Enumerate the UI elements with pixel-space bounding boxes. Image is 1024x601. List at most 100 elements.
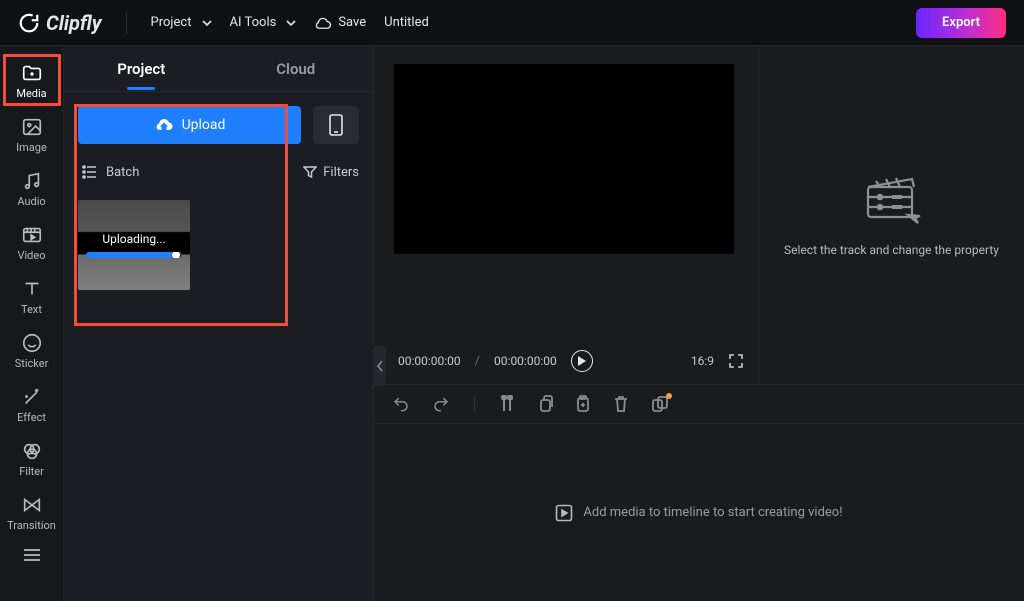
- phone-upload-button[interactable]: [313, 106, 359, 144]
- cloud-icon: [314, 14, 332, 32]
- rail-item-transition[interactable]: Transition: [3, 486, 61, 538]
- undo-icon: [392, 395, 410, 413]
- paste-button[interactable]: [575, 395, 591, 413]
- rail-label: Text: [21, 304, 42, 315]
- menu-icon: [22, 548, 42, 562]
- undo-button[interactable]: [392, 395, 410, 413]
- copy-icon: [537, 395, 553, 413]
- upload-progress-fill: [86, 252, 172, 258]
- fullscreen-button[interactable]: [728, 353, 744, 369]
- sidebar-rail: Media Image Audio Video Text Sticker Eff…: [0, 46, 64, 601]
- play-icon: [577, 356, 586, 366]
- wand-icon: [21, 386, 43, 408]
- upload-progress: [86, 252, 182, 258]
- preview-canvas[interactable]: [394, 64, 734, 254]
- rail-label: Transition: [7, 520, 56, 531]
- rail-item-media[interactable]: Media: [3, 54, 61, 106]
- rail-label: Image: [16, 142, 47, 153]
- panel-collapse-handle[interactable]: [374, 346, 386, 386]
- upload-button[interactable]: Upload: [78, 106, 301, 144]
- aitools-menu-label: AI Tools: [230, 15, 277, 30]
- rail-item-filter[interactable]: Filter: [3, 432, 61, 484]
- play-box-icon: [555, 504, 573, 522]
- tab-cloud-label: Cloud: [276, 60, 315, 78]
- rail-item-effect[interactable]: Effect: [3, 378, 61, 430]
- notification-dot-icon: [666, 393, 672, 399]
- export-label: Export: [942, 15, 980, 30]
- rail-item-more[interactable]: [3, 540, 61, 570]
- project-title[interactable]: Untitled: [384, 15, 429, 30]
- chevron-down-icon: [286, 18, 296, 28]
- topbar: Clipfly Project AI Tools Save Untitled E…: [0, 0, 1024, 46]
- rail-item-audio[interactable]: Audio: [3, 162, 61, 214]
- app-name: Clipfly: [46, 11, 102, 35]
- play-button[interactable]: [571, 350, 593, 372]
- app-logo[interactable]: Clipfly: [18, 11, 102, 35]
- divider: [126, 12, 127, 34]
- aitools-menu[interactable]: AI Tools: [230, 15, 297, 30]
- rail-label: Video: [18, 250, 46, 261]
- rail-item-text[interactable]: Text: [3, 270, 61, 322]
- rail-label: Audio: [17, 196, 45, 207]
- paste-icon: [575, 395, 591, 413]
- trash-icon: [613, 395, 629, 413]
- filter-icon: [303, 165, 317, 179]
- timeline[interactable]: Add media to timeline to start creating …: [374, 424, 1024, 601]
- chevron-left-icon: [376, 360, 384, 372]
- current-time: 00:00:00:00: [398, 354, 461, 368]
- transport-bar: 00:00:00:00 / 00:00:00:00 16:9: [394, 344, 748, 384]
- timeline-placeholder: Add media to timeline to start creating …: [583, 505, 842, 520]
- filter-circles-icon: [21, 440, 43, 462]
- music-icon: [21, 170, 43, 192]
- time-separator: /: [475, 354, 480, 369]
- tab-project-label: Project: [117, 60, 165, 78]
- text-icon: [21, 278, 43, 300]
- split-icon: [499, 395, 515, 413]
- transition-icon: [21, 494, 43, 516]
- sticker-icon: [21, 332, 43, 354]
- logo-icon: [18, 12, 40, 34]
- rail-label: Media: [16, 88, 46, 99]
- clapperboard-icon: [862, 173, 922, 225]
- properties-placeholder: Select the track and change the property: [784, 243, 999, 257]
- tab-project[interactable]: Project: [64, 60, 219, 78]
- project-menu[interactable]: Project: [151, 15, 212, 30]
- rail-item-image[interactable]: Image: [3, 108, 61, 160]
- rail-label: Filter: [19, 466, 44, 477]
- rail-item-sticker[interactable]: Sticker: [3, 324, 61, 376]
- divider: [474, 395, 475, 413]
- filters-label: Filters: [323, 165, 359, 180]
- copy-button[interactable]: [537, 395, 553, 413]
- rail-label: Effect: [17, 412, 46, 423]
- batch-label: Batch: [106, 165, 139, 180]
- upload-progress-knob: [172, 252, 180, 258]
- properties-panel: Select the track and change the property: [758, 46, 1024, 384]
- rail-item-video[interactable]: Video: [3, 216, 61, 268]
- aspect-ratio[interactable]: 16:9: [691, 354, 714, 368]
- preview-column: 00:00:00:00 / 00:00:00:00 16:9: [374, 46, 758, 384]
- project-menu-label: Project: [151, 15, 192, 30]
- filters-button[interactable]: Filters: [303, 165, 359, 180]
- upload-label: Upload: [182, 117, 226, 133]
- list-icon: [82, 164, 98, 180]
- tab-cloud[interactable]: Cloud: [219, 60, 374, 78]
- save-label: Save: [338, 15, 366, 30]
- redo-icon: [432, 395, 450, 413]
- folder-plus-icon: [21, 62, 43, 84]
- duplicate-button[interactable]: [651, 395, 669, 413]
- split-button[interactable]: [499, 395, 515, 413]
- batch-button[interactable]: Batch: [78, 156, 291, 188]
- delete-button[interactable]: [613, 395, 629, 413]
- export-button[interactable]: Export: [916, 8, 1006, 38]
- timeline-toolbar: [374, 384, 1024, 424]
- media-thumbnail-uploading[interactable]: Uploading...: [78, 200, 190, 290]
- image-icon: [21, 116, 43, 138]
- main-area: 00:00:00:00 / 00:00:00:00 16:9: [374, 46, 1024, 601]
- phone-icon: [328, 114, 344, 136]
- save-button[interactable]: Save: [314, 14, 366, 32]
- video-icon: [21, 224, 43, 246]
- panel-tabs: Project Cloud: [64, 46, 373, 92]
- redo-button[interactable]: [432, 395, 450, 413]
- media-panel: Project Cloud Upload Batch: [64, 46, 374, 601]
- fullscreen-icon: [728, 353, 744, 369]
